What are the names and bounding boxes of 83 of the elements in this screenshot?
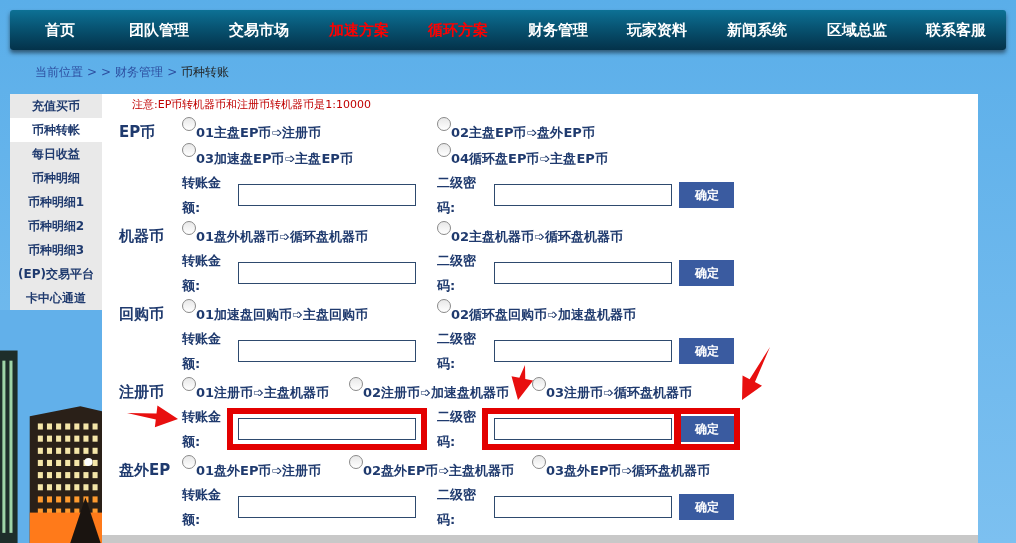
- amount-input[interactable]: [238, 184, 416, 206]
- breadcrumb-item: 币种转账: [181, 64, 230, 81]
- nav-link[interactable]: 团队管理: [109, 18, 210, 42]
- nav-link[interactable]: 首页: [10, 18, 110, 42]
- option-label: 02盘外EP币➩主盘机器币: [363, 462, 515, 480]
- option-label: 02主盘EP币➩盘外EP币: [451, 124, 595, 142]
- confirm-button[interactable]: 确定: [679, 416, 734, 442]
- nav-link[interactable]: 区域总监: [806, 18, 907, 42]
- section-label: 注册币: [119, 383, 164, 401]
- section-label: 回购币: [119, 305, 164, 323]
- field-label: 二级密码:: [437, 330, 477, 373]
- pointer-arrow: [742, 347, 770, 400]
- sidebar-item[interactable]: 币种明细1: [10, 190, 102, 214]
- option-label: 02循环盘回购币➩加速盘机器币: [451, 306, 636, 324]
- option-label: 01注册币➩主盘机器币: [196, 384, 329, 402]
- option-label: 01盘外EP币➩注册币: [196, 462, 322, 480]
- field-label: 二级密码:: [437, 486, 477, 529]
- field-label: 二级密码:: [437, 408, 477, 451]
- sidebar-item[interactable]: 币种明细2: [10, 214, 102, 238]
- sidebar-item[interactable]: 币种明细3: [10, 238, 102, 262]
- confirm-button[interactable]: 确定: [679, 338, 734, 364]
- option-label: 01主盘EP币➩注册币: [196, 124, 322, 142]
- breadcrumb-separator: >: [87, 64, 98, 81]
- option-label: 01加速盘回购币➩主盘回购币: [196, 306, 368, 324]
- radio-button[interactable]: [437, 117, 451, 131]
- field-label: 转账金额:: [182, 174, 222, 217]
- nav-link[interactable]: 财务管理: [508, 18, 608, 42]
- option-label: 03注册币➩循环盘机器币: [546, 384, 692, 402]
- amount-input[interactable]: [238, 496, 416, 518]
- section-label: 机器币: [119, 227, 164, 245]
- password-input[interactable]: [494, 496, 672, 518]
- amount-input[interactable]: [238, 340, 416, 362]
- field-label: 转账金额:: [182, 486, 222, 529]
- sidebar-item[interactable]: 每日收益: [10, 142, 102, 166]
- pointer-arrow: [127, 405, 178, 428]
- nav-link[interactable]: 交易市场: [209, 18, 309, 42]
- nav-link[interactable]: 联系客服: [906, 18, 1006, 42]
- field-label: 转账金额:: [182, 252, 222, 295]
- sidebar-item[interactable]: 币种转帐: [10, 118, 102, 142]
- nav-link[interactable]: 新闻系统: [707, 18, 807, 42]
- nav-link[interactable]: 玩家资料: [607, 18, 708, 42]
- radio-button[interactable]: [182, 143, 196, 157]
- pointer-arrow: [511, 365, 534, 400]
- field-label: 转账金额:: [182, 408, 222, 451]
- amount-input[interactable]: [238, 418, 416, 440]
- option-label: 02注册币➩加速盘机器币: [363, 384, 509, 402]
- option-label: 03加速盘EP币➩主盘EP币: [196, 150, 353, 168]
- sidebar-item[interactable]: 卡中心通道: [10, 286, 102, 310]
- option-label: 01盘外机器币➩循环盘机器币: [196, 228, 368, 246]
- radio-button[interactable]: [182, 299, 196, 313]
- option-label: 02主盘机器币➩循环盘机器币: [451, 228, 623, 246]
- radio-button[interactable]: [182, 117, 196, 131]
- sidebar-item[interactable]: (EP)交易平台: [10, 262, 102, 286]
- radio-button[interactable]: [532, 377, 546, 391]
- field-label: 二级密码:: [437, 252, 477, 295]
- field-label: 二级密码:: [437, 174, 477, 217]
- option-label: 03盘外EP币➩循环盘机器币: [546, 462, 711, 480]
- radio-button[interactable]: [437, 221, 451, 235]
- sidebar-item[interactable]: 币种明细: [10, 166, 102, 190]
- confirm-button[interactable]: 确定: [679, 182, 734, 208]
- section-label: 盘外EP: [119, 461, 171, 479]
- radio-button[interactable]: [532, 455, 546, 469]
- password-input[interactable]: [494, 184, 672, 206]
- password-input[interactable]: [494, 262, 672, 284]
- password-input[interactable]: [494, 340, 672, 362]
- amount-input[interactable]: [238, 262, 416, 284]
- breadcrumb-separator: >: [101, 64, 112, 81]
- radio-button[interactable]: [349, 377, 363, 391]
- confirm-button[interactable]: 确定: [679, 260, 734, 286]
- section-label: EP币: [119, 123, 156, 141]
- notice-text: 注意:EP币转机器币和注册币转机器币是1:10000: [132, 97, 372, 113]
- radio-button[interactable]: [182, 377, 196, 391]
- password-input[interactable]: [494, 418, 672, 440]
- radio-button[interactable]: [182, 455, 196, 469]
- option-label: 04循环盘EP币➩主盘EP币: [451, 150, 608, 168]
- breadcrumb-separator: >: [167, 64, 178, 81]
- radio-button[interactable]: [349, 455, 363, 469]
- field-label: 转账金额:: [182, 330, 222, 373]
- radio-button[interactable]: [437, 143, 451, 157]
- radio-button[interactable]: [182, 221, 196, 235]
- radio-button[interactable]: [437, 299, 451, 313]
- sidebar-item[interactable]: 充值买币: [10, 94, 102, 118]
- confirm-button[interactable]: 确定: [679, 494, 734, 520]
